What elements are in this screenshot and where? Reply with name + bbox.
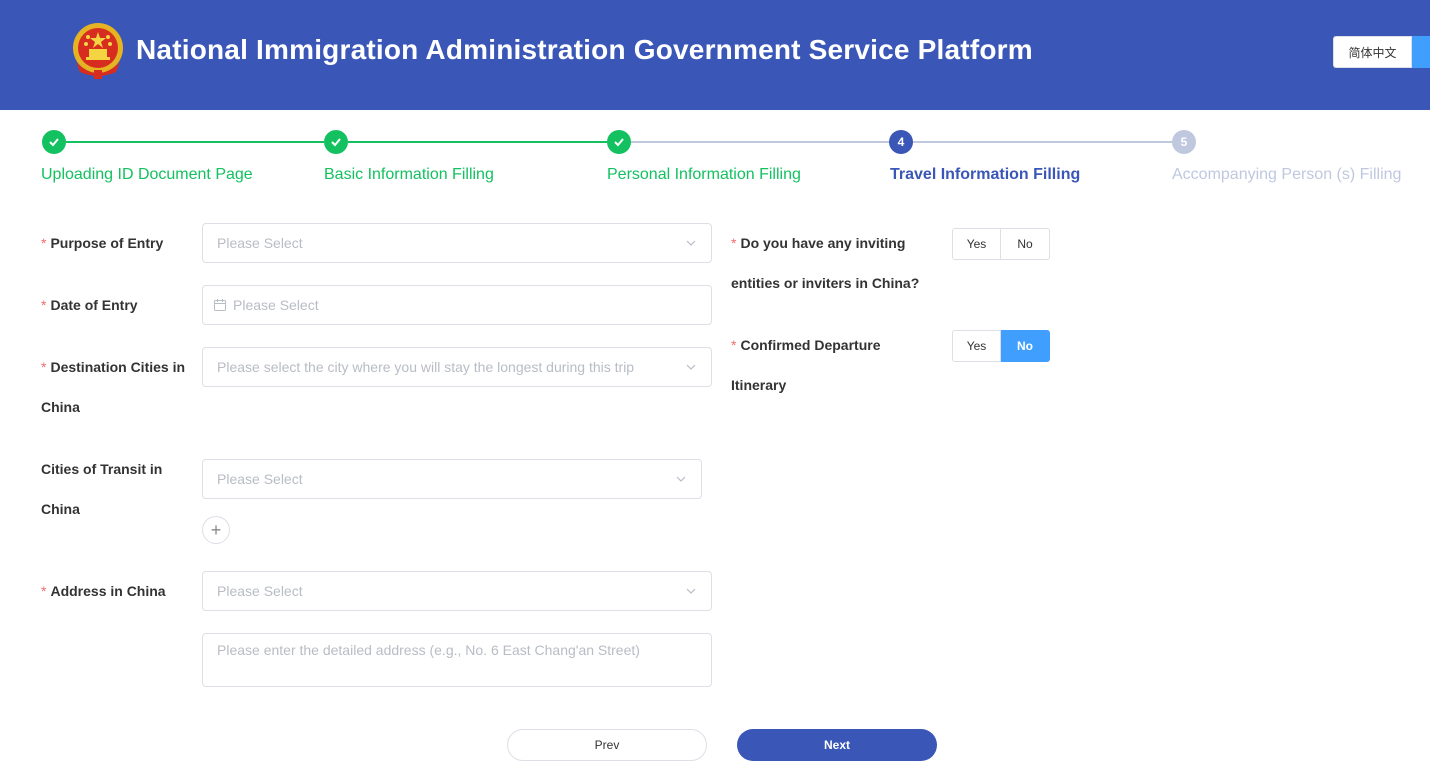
inviting-yes-button[interactable]: Yes: [952, 228, 1001, 260]
step-1-label: Uploading ID Document Page: [41, 166, 253, 183]
required-mark: *: [41, 235, 47, 251]
chevron-down-icon: [686, 240, 696, 246]
date-placeholder: Please Select: [233, 297, 319, 313]
purpose-label-text: Purpose of Entry: [50, 235, 164, 251]
date-label: * Date of Entry: [41, 285, 138, 325]
address-detail-textarea[interactable]: Please enter the detailed address (e.g.,…: [202, 633, 712, 687]
address-label-text: Address in China: [50, 583, 166, 599]
inviting-label: * Do you have any inviting: [731, 223, 905, 263]
step-connector: [348, 141, 607, 143]
step-5-number: 5: [1172, 130, 1196, 154]
required-mark: *: [731, 235, 737, 251]
departure-toggle: Yes No: [952, 330, 1050, 362]
step-3-check-icon: [607, 130, 631, 154]
step-2-check-icon: [324, 130, 348, 154]
step-1-check-icon: [42, 130, 66, 154]
inviting-label-line1: Do you have any inviting: [740, 235, 906, 251]
departure-yes-button[interactable]: Yes: [952, 330, 1001, 362]
departure-no-button[interactable]: No: [1001, 330, 1050, 362]
destination-placeholder: Please select the city where you will st…: [217, 359, 635, 375]
required-mark: *: [41, 297, 47, 313]
date-picker[interactable]: Please Select: [202, 285, 712, 325]
destination-label-line2: China: [41, 399, 80, 415]
purpose-placeholder: Please Select: [217, 235, 303, 251]
required-mark: *: [731, 337, 737, 353]
transit-label-line2: China: [41, 501, 80, 517]
required-mark: *: [41, 359, 47, 375]
next-button[interactable]: Next: [737, 729, 937, 761]
national-emblem-icon: [73, 23, 123, 79]
step-4-label: Travel Information Filling: [890, 166, 1081, 183]
transit-select[interactable]: Please Select: [202, 459, 702, 499]
progress-steps: 4 5 Uploading ID Document Page Basic Inf…: [0, 120, 1430, 200]
inviting-label-line2: entities or inviters in China?: [731, 275, 920, 291]
transit-placeholder: Please Select: [217, 471, 303, 487]
departure-label-line1: Confirmed Departure: [740, 337, 881, 353]
site-title: National Immigration Administration Gove…: [136, 34, 1033, 65]
prev-button[interactable]: Prev: [507, 729, 707, 761]
step-connector: [913, 141, 1172, 143]
chevron-down-icon: [676, 476, 686, 482]
departure-label-line2: Itinerary: [731, 377, 787, 393]
step-connector: [66, 141, 324, 143]
address-placeholder: Please Select: [217, 583, 303, 599]
address-label: * Address in China: [41, 571, 166, 611]
purpose-select[interactable]: Please Select: [202, 223, 712, 263]
step-4-number: 4: [889, 130, 913, 154]
inviting-toggle: Yes No: [952, 228, 1050, 260]
step-2-label: Basic Information Filling: [324, 166, 494, 183]
destination-label-line1: Destination Cities in: [50, 359, 186, 375]
chevron-down-icon: [686, 588, 696, 594]
address-select[interactable]: Please Select: [202, 571, 712, 611]
language-button-secondary[interactable]: [1412, 36, 1430, 68]
transit-label-line1: Cities of Transit in: [41, 461, 163, 477]
chevron-down-icon: [686, 364, 696, 370]
add-transit-city-button[interactable]: +: [202, 516, 230, 544]
purpose-label: * Purpose of Entry: [41, 223, 163, 263]
step-3-label: Personal Information Filling: [607, 166, 801, 183]
calendar-icon: [214, 299, 226, 311]
destination-label: * Destination Cities in: [41, 347, 185, 387]
date-label-text: Date of Entry: [50, 297, 138, 313]
destination-select[interactable]: Please select the city where you will st…: [202, 347, 712, 387]
step-connector: [631, 141, 889, 143]
required-mark: *: [41, 583, 47, 599]
inviting-no-button[interactable]: No: [1001, 228, 1050, 260]
header-bar: National Immigration Administration Gove…: [0, 0, 1430, 110]
language-button[interactable]: 简体中文: [1333, 36, 1412, 68]
step-5-label: Accompanying Person (s) Filling: [1172, 166, 1402, 183]
departure-label: * Confirmed Departure: [731, 325, 880, 365]
